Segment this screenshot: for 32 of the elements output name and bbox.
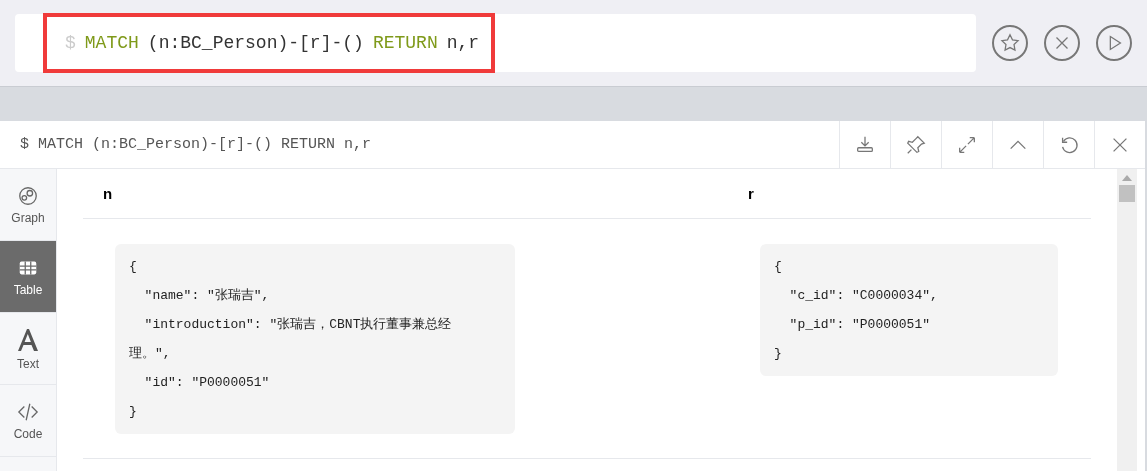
query-text: n,r xyxy=(446,33,480,53)
json-line: "c_id": "C0000034", xyxy=(788,287,939,305)
scroll-up-icon xyxy=(1122,175,1132,181)
view-tab[interactable]: Text xyxy=(0,313,56,385)
json-line: } xyxy=(129,403,138,421)
json-line: "introduction": "张瑞吉，CBNT执行董事兼总经 xyxy=(143,316,453,334)
column-header: n xyxy=(83,169,728,219)
pin-icon xyxy=(905,133,927,156)
clear-button[interactable] xyxy=(1044,25,1081,61)
json-line: 理。", xyxy=(129,345,172,363)
query-keyword: MATCH xyxy=(84,33,139,53)
query-text: (n:BC_Person)-[r]-() xyxy=(147,33,364,53)
json-line: "p_id": "P0000051" xyxy=(788,316,932,334)
json-line: "name": "张瑞吉", xyxy=(143,287,271,305)
query-keyword: RETURN xyxy=(372,33,438,53)
json-line: } xyxy=(774,345,783,363)
view-tab[interactable]: Code xyxy=(0,385,56,457)
prompt-symbol: $ xyxy=(65,33,76,53)
frame-title: $ MATCH (n:BC_Person)-[r]-() RETURN n,r xyxy=(19,136,373,153)
json-line: { xyxy=(774,258,783,276)
json-line: { xyxy=(129,258,138,276)
graph-icon xyxy=(17,184,39,207)
letter-a-icon xyxy=(15,326,41,353)
column-header: r xyxy=(728,169,1091,219)
json-line: "id": "P0000051" xyxy=(143,374,271,392)
view-tab[interactable]: Table xyxy=(0,241,56,313)
query-editor[interactable]: $ MATCH (n:BC_Person)-[r]-() RETURN n,r xyxy=(15,14,977,72)
scrollbar[interactable] xyxy=(1117,169,1137,471)
scroll-thumb[interactable] xyxy=(1119,185,1135,202)
favorite-button[interactable] xyxy=(992,25,1029,61)
run-button[interactable] xyxy=(1096,25,1132,61)
star-icon xyxy=(999,32,1022,54)
